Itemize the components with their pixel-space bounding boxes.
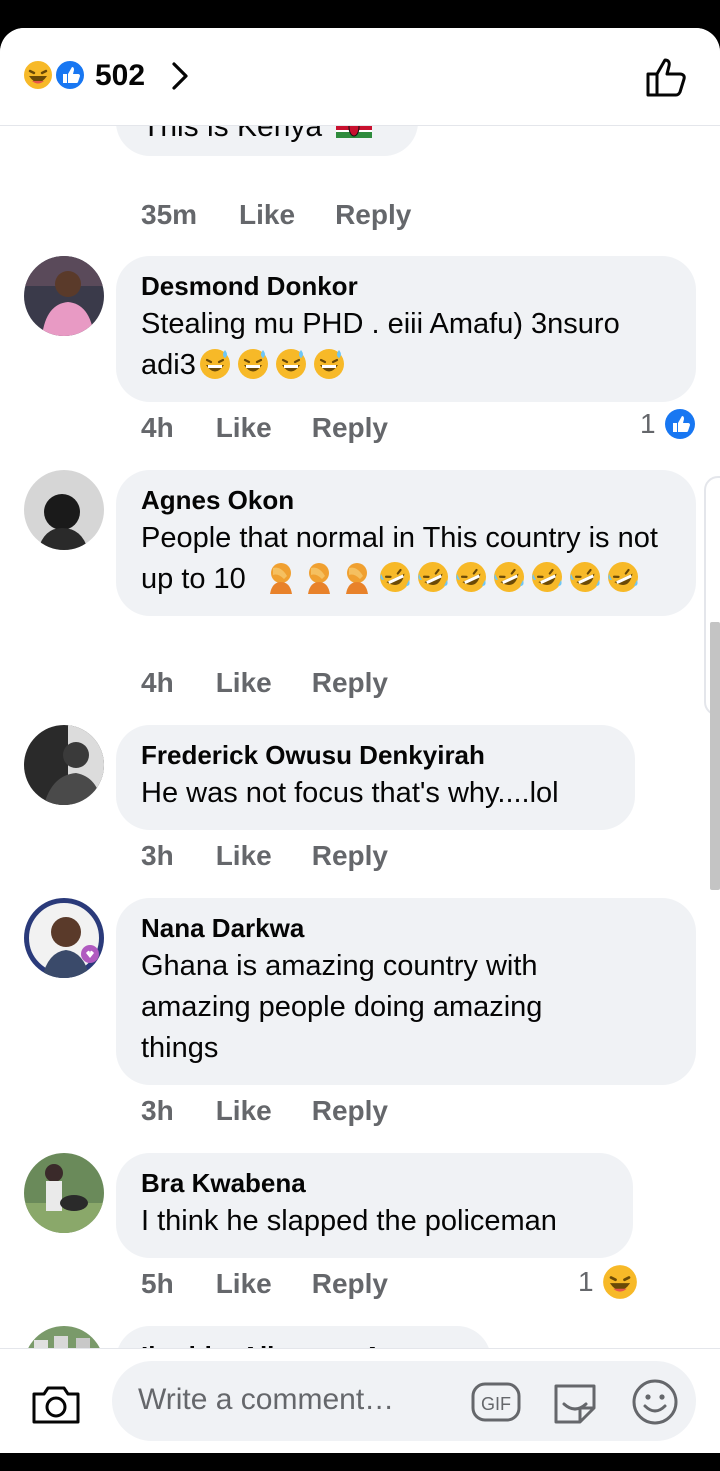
avatar[interactable] bbox=[24, 898, 104, 978]
reaction-count[interactable]: 502 bbox=[95, 59, 145, 93]
comment-author[interactable]: Nana Darkwa bbox=[141, 912, 670, 944]
sweat-smile-icon bbox=[313, 349, 344, 379]
reply-link[interactable]: Reply bbox=[312, 840, 388, 872]
comment-bubble[interactable]: Nana Darkwa Ghana is amazing country wit… bbox=[116, 898, 696, 1085]
like-link[interactable]: Like bbox=[216, 840, 272, 872]
comment-time: 4h bbox=[141, 412, 174, 443]
comment-time: 3h bbox=[141, 1095, 174, 1126]
comment-bubble[interactable]: This is Kenya bbox=[116, 126, 418, 156]
comment-reaction-badge[interactable]: 1 bbox=[578, 1264, 638, 1300]
comment-bubble[interactable]: Desmond Donkor Stealing mu PHD . eiii Am… bbox=[116, 256, 696, 402]
comment-composer: Write a comment… GIF bbox=[0, 1348, 720, 1453]
comment-text: This is Kenya bbox=[142, 126, 323, 143]
sweat-smile-icon bbox=[275, 349, 306, 379]
comment-reaction-badge[interactable]: 1 bbox=[640, 408, 696, 440]
rofl-icon bbox=[531, 562, 562, 592]
rofl-icon bbox=[607, 562, 638, 592]
emoji-icon[interactable] bbox=[631, 1378, 679, 1426]
like-icon bbox=[54, 59, 86, 91]
comment-author[interactable]: Ibrahim Alhassan Anas bbox=[141, 1340, 465, 1348]
reply-link[interactable]: Reply bbox=[312, 667, 388, 699]
reply-link[interactable]: Reply bbox=[312, 1268, 388, 1300]
reaction-count: 1 bbox=[578, 1266, 594, 1297]
comment-placeholder: Write a comment… bbox=[138, 1383, 395, 1416]
reply-link[interactable]: Reply bbox=[312, 1095, 388, 1127]
comment-time: 5h bbox=[141, 1268, 174, 1299]
chevron-right-icon[interactable] bbox=[166, 58, 194, 94]
navigation-bar bbox=[0, 1453, 720, 1471]
reply-link[interactable]: Reply bbox=[335, 199, 411, 231]
camera-icon[interactable] bbox=[30, 1382, 82, 1426]
comment-actions: 35m Like Reply bbox=[141, 195, 411, 235]
reactions-header: 502 bbox=[0, 28, 720, 126]
laugh-icon bbox=[22, 59, 54, 91]
rofl-icon bbox=[493, 562, 524, 592]
comment-actions: 5h Like Reply bbox=[141, 1264, 388, 1304]
like-link[interactable]: Like bbox=[216, 1268, 272, 1300]
like-icon bbox=[664, 409, 695, 439]
comment-input[interactable]: Write a comment… GIF bbox=[112, 1361, 696, 1441]
comment-author[interactable]: Agnes Okon bbox=[141, 484, 670, 516]
comment-text: I think he slapped the policeman bbox=[141, 1205, 557, 1237]
kenya-flag-icon bbox=[336, 126, 373, 138]
rofl-icon bbox=[455, 562, 486, 592]
comment-bubble[interactable]: Agnes Okon People that normal in This co… bbox=[116, 470, 696, 616]
facepalm-icon bbox=[269, 563, 292, 594]
comment-bubble[interactable]: Ibrahim Alhassan Anas bbox=[116, 1326, 491, 1348]
scrollbar[interactable] bbox=[710, 622, 720, 890]
comment-actions: 4h Like Reply bbox=[141, 408, 388, 448]
avatar[interactable] bbox=[24, 1326, 104, 1348]
like-link[interactable]: Like bbox=[239, 199, 295, 231]
comment-actions: 4h Like Reply bbox=[141, 663, 388, 703]
reply-link[interactable]: Reply bbox=[312, 412, 388, 444]
avatar[interactable] bbox=[24, 725, 104, 805]
comment-author[interactable]: Frederick Owusu Denkyirah bbox=[141, 739, 609, 771]
comment-time: 35m bbox=[141, 199, 198, 230]
comments-feed[interactable]: This is Kenya 35m Like Reply Desmond Don… bbox=[0, 126, 720, 1348]
rofl-icon bbox=[417, 562, 448, 592]
like-link[interactable]: Like bbox=[216, 667, 272, 699]
reaction-summary-icons[interactable] bbox=[22, 59, 88, 91]
facepalm-icon bbox=[307, 563, 330, 594]
avatar[interactable] bbox=[24, 256, 104, 336]
comment-author[interactable]: Desmond Donkor bbox=[141, 270, 670, 302]
comments-sheet: 502 This is Kenya 35m Like Reply Desmond… bbox=[0, 28, 720, 1453]
comment-bubble[interactable]: Frederick Owusu Denkyirah He was not foc… bbox=[116, 725, 635, 830]
comment-time: 3h bbox=[141, 840, 174, 871]
sticker-icon[interactable] bbox=[550, 1378, 600, 1426]
like-link[interactable]: Like bbox=[216, 1095, 272, 1127]
gif-label: GIF bbox=[481, 1394, 511, 1414]
comment-actions: 3h Like Reply bbox=[141, 836, 388, 876]
avatar[interactable] bbox=[24, 470, 104, 550]
comment-text: Ghana is amazing country with amazing pe… bbox=[141, 950, 543, 1064]
thumbs-up-icon[interactable] bbox=[642, 55, 690, 99]
partial-comment: This is Kenya 35m Like Reply bbox=[0, 126, 720, 230]
facepalm-icon bbox=[345, 563, 368, 594]
like-link[interactable]: Like bbox=[216, 412, 272, 444]
sweat-smile-icon bbox=[199, 349, 230, 379]
comment-actions: 3h Like Reply bbox=[141, 1091, 388, 1131]
reaction-count: 1 bbox=[640, 408, 656, 439]
comment-author[interactable]: Bra Kwabena bbox=[141, 1167, 607, 1199]
status-bar bbox=[0, 0, 720, 30]
gif-icon[interactable]: GIF bbox=[470, 1380, 522, 1424]
rofl-icon bbox=[569, 562, 600, 592]
rofl-icon bbox=[379, 562, 410, 592]
avatar[interactable] bbox=[24, 1153, 104, 1233]
laugh-icon bbox=[602, 1265, 637, 1299]
comment-bubble[interactable]: Bra Kwabena I think he slapped the polic… bbox=[116, 1153, 633, 1258]
sweat-smile-icon bbox=[237, 349, 268, 379]
comment-text: He was not focus that's why....lol bbox=[141, 777, 559, 809]
comment-time: 4h bbox=[141, 667, 174, 698]
